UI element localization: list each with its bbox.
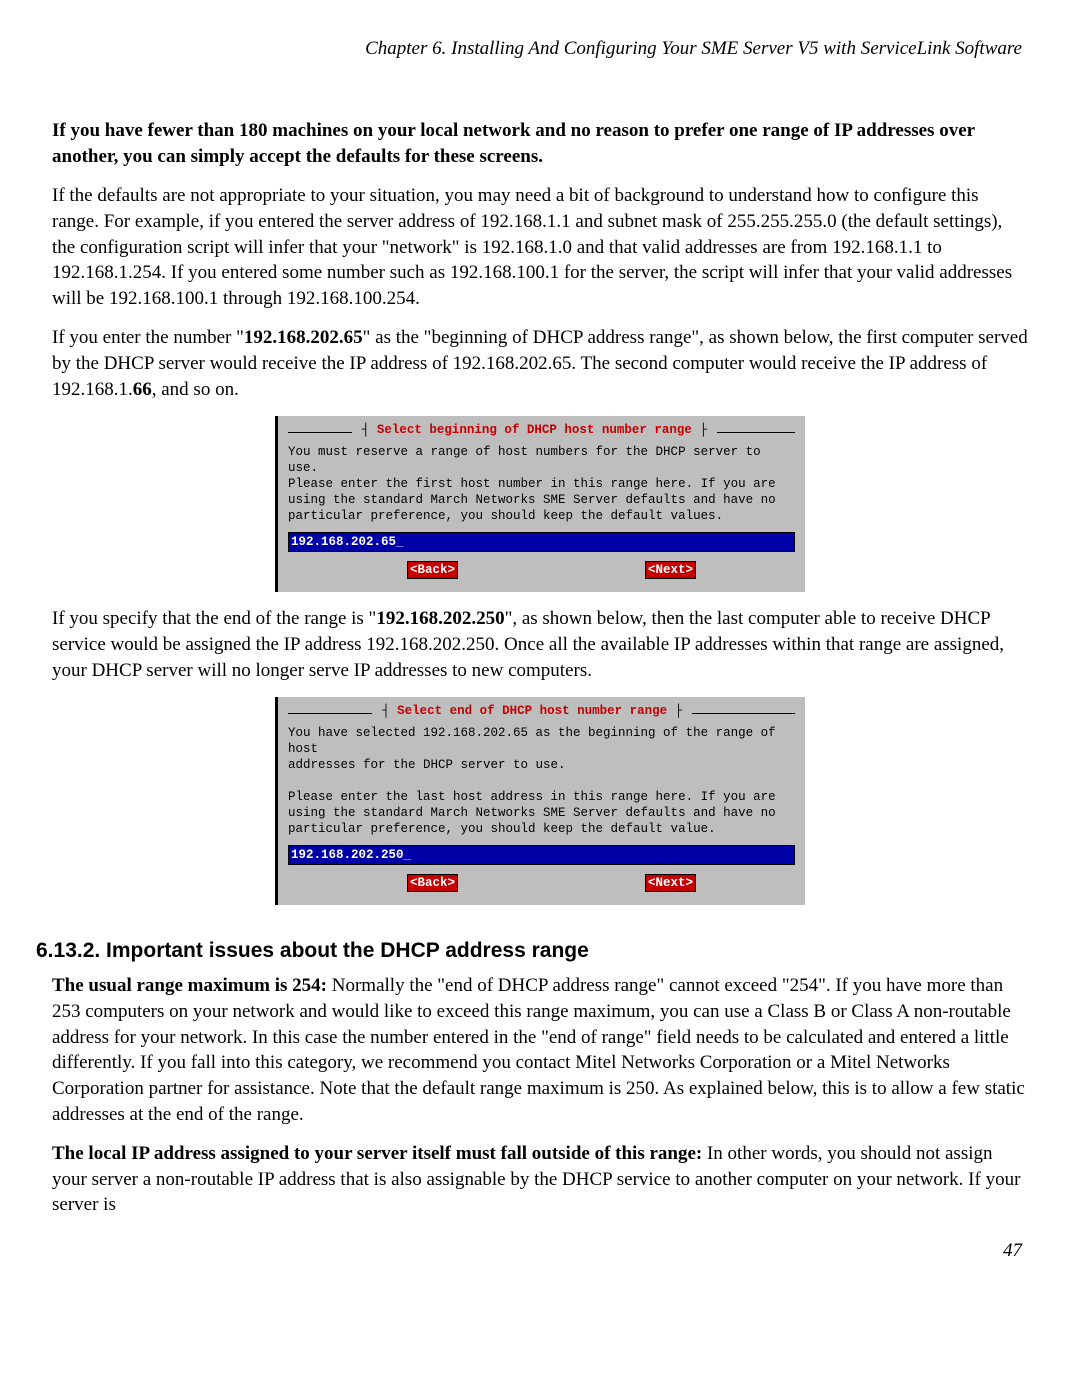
- section-p2-bold: The local IP address assigned to your se…: [52, 1143, 702, 1164]
- next-button[interactable]: <Next>: [646, 562, 695, 578]
- p3-ip: 192.168.202.65: [244, 327, 363, 348]
- section-p1-bold: The usual range maximum is 254:: [52, 975, 327, 996]
- p3-pre: If you enter the number ": [52, 327, 244, 348]
- document-page: Chapter 6. Installing And Configuring Yo…: [0, 0, 1080, 1397]
- section-p1-rest: Normally the "end of DHCP address range"…: [52, 975, 1025, 1124]
- dhcp-end-input[interactable]: 192.168.202.250: [288, 845, 795, 865]
- tui-body: You must reserve a range of host numbers…: [288, 444, 795, 524]
- section-p2: The local IP address assigned to your se…: [52, 1141, 1028, 1218]
- dhcp-begin-input[interactable]: 192.168.202.65: [288, 532, 795, 552]
- tui-rule-right: [717, 432, 795, 433]
- p3-bold66: 66: [133, 379, 152, 400]
- section-p1: The usual range maximum is 254: Normally…: [52, 973, 1028, 1127]
- page-number: 47: [36, 1240, 1028, 1262]
- tui-title-2: Select end of DHCP host number range: [378, 703, 686, 719]
- intro-paragraph-3: If you enter the number "192.168.202.65"…: [52, 325, 1028, 402]
- p3-post: , and so on.: [152, 379, 239, 400]
- section-heading-6-13-2: 6.13.2. Important issues about the DHCP …: [36, 939, 1028, 963]
- figure-dhcp-begin: Select beginning of DHCP host number ran…: [52, 416, 1028, 592]
- back-button-2[interactable]: <Back>: [408, 875, 457, 891]
- tui-button-row-2: <Back> <Next>: [288, 875, 795, 891]
- mid-pre: If you specify that the end of the range…: [52, 608, 376, 629]
- tui-title-row-2: Select end of DHCP host number range: [288, 703, 795, 719]
- tui-title: Select beginning of DHCP host number ran…: [358, 422, 711, 438]
- intro-paragraph-2: If the defaults are not appropriate to y…: [52, 183, 1028, 311]
- mid-ip: 192.168.202.250: [376, 608, 504, 629]
- body-text: If you have fewer than 180 machines on y…: [52, 118, 1028, 905]
- mid-paragraph: If you specify that the end of the range…: [52, 606, 1028, 683]
- section-body: The usual range maximum is 254: Normally…: [52, 973, 1028, 1218]
- figure-dhcp-end: Select end of DHCP host number range You…: [52, 697, 1028, 905]
- tui-dialog-end: Select end of DHCP host number range You…: [275, 697, 805, 905]
- back-button[interactable]: <Back>: [408, 562, 457, 578]
- running-header: Chapter 6. Installing And Configuring Yo…: [36, 38, 1028, 60]
- tui-rule-left-2: [288, 713, 372, 714]
- tui-body-2: You have selected 192.168.202.65 as the …: [288, 725, 795, 837]
- tui-button-row: <Back> <Next>: [288, 562, 795, 578]
- tui-title-row: Select beginning of DHCP host number ran…: [288, 422, 795, 438]
- intro-bold: If you have fewer than 180 machines on y…: [52, 118, 1028, 169]
- tui-dialog-begin: Select beginning of DHCP host number ran…: [275, 416, 805, 592]
- next-button-2[interactable]: <Next>: [646, 875, 695, 891]
- tui-rule-left: [288, 432, 352, 433]
- tui-rule-right-2: [692, 713, 795, 714]
